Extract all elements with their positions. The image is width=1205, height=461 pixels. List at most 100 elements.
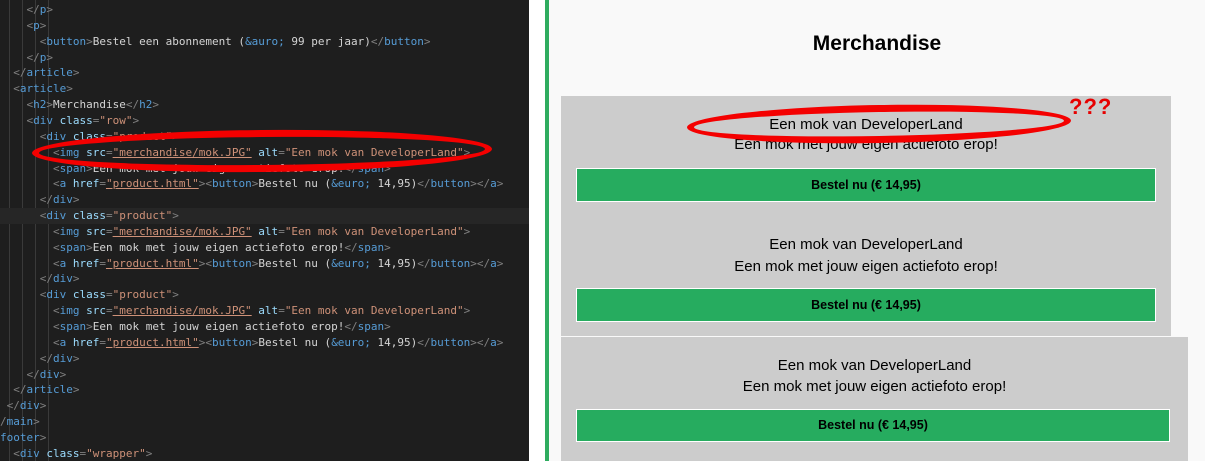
code-token: 14,95) <box>370 256 418 270</box>
code-token: >< <box>198 177 212 191</box>
code-line[interactable]: <article> <box>0 81 73 97</box>
code-token: </ <box>370 34 385 48</box>
code-line[interactable]: <span>Een mok met jouw eigen actiefoto e… <box>0 319 391 335</box>
code-line[interactable]: </p> <box>0 2 53 18</box>
code-line[interactable]: <img src="merchandise/mok.JPG" alt="Een … <box>0 303 470 319</box>
code-token: class <box>66 288 106 302</box>
code-token: button <box>211 177 252 191</box>
code-token: div <box>52 272 73 286</box>
code-token: > <box>86 240 93 254</box>
code-line[interactable]: </div> <box>0 192 80 208</box>
order-button[interactable]: Bestel nu (€ 14,95) <box>576 168 1156 202</box>
code-token: = <box>278 224 285 238</box>
code-token: = <box>105 304 113 318</box>
code-token: < <box>0 224 60 238</box>
code-line[interactable]: </div> <box>0 367 66 383</box>
code-token: > <box>39 18 47 32</box>
code-editor[interactable]: </p> <p> <button>Bestel een abonnement (… <box>0 0 529 461</box>
code-token: >< <box>198 256 212 270</box>
code-token: > <box>72 272 80 286</box>
code-line[interactable]: /main> <box>0 414 40 430</box>
code-line[interactable]: <img src="merchandise/mok.JPG" alt="Een … <box>0 224 470 240</box>
code-line[interactable]: </p> <box>0 50 53 66</box>
code-token: > <box>86 320 93 333</box>
code-line[interactable]: </article> <box>0 65 79 81</box>
code-line[interactable]: <button>Bestel een abonnement (&auro; 99… <box>0 34 431 50</box>
code-line[interactable]: <div class="product"> <box>0 287 179 303</box>
question-marks-annotation: ??? <box>1069 94 1113 119</box>
code-token: ></ <box>470 335 491 349</box>
code-token: "product.html" <box>105 177 199 191</box>
code-line[interactable]: footer> <box>0 430 46 446</box>
code-token: Bestel nu ( <box>258 177 332 191</box>
code-token: = <box>105 224 113 238</box>
code-token: < <box>0 256 60 270</box>
code-token: Bestel een abonnement ( <box>92 34 246 48</box>
code-token: < <box>0 18 34 32</box>
code-token: p <box>33 18 40 32</box>
code-token: > <box>132 113 140 127</box>
code-token: = <box>99 256 106 270</box>
code-token: src <box>79 224 106 238</box>
code-token: </ <box>417 177 431 191</box>
code-token: href <box>66 177 100 191</box>
code-token: button <box>430 256 471 270</box>
code-line[interactable]: </article> <box>0 382 79 398</box>
code-line[interactable]: <a href="product.html"><button>Bestel nu… <box>0 256 503 272</box>
pane-splitter[interactable] <box>529 0 545 461</box>
code-line[interactable]: <span>Een mok met jouw eigen actiefoto e… <box>0 240 391 256</box>
order-button[interactable]: Bestel nu (€ 14,95) <box>576 409 1170 442</box>
code-token: < <box>0 240 60 254</box>
code-line[interactable]: <div class="row"> <box>0 113 139 129</box>
code-token: = <box>105 288 113 302</box>
code-line[interactable]: </div> <box>0 271 80 287</box>
code-token: alt <box>251 224 279 238</box>
code-token: &auro; <box>245 34 285 48</box>
code-token: div <box>19 446 40 460</box>
code-token: "product.html" <box>105 335 199 349</box>
code-line[interactable]: </div> <box>0 351 80 367</box>
code-token: button <box>430 177 471 191</box>
code-line[interactable]: <a href="product.html"><button>Bestel nu… <box>0 335 503 351</box>
order-button[interactable]: Bestel nu (€ 14,95) <box>576 288 1156 322</box>
code-token: > <box>384 320 391 333</box>
product-description: Een mok met jouw eigen actiefoto erop! <box>742 378 1007 395</box>
code-line[interactable]: <p> <box>0 18 46 34</box>
code-token: > <box>66 82 73 96</box>
code-token: class <box>39 446 80 460</box>
code-token: img <box>59 304 80 318</box>
code-token: </ <box>0 3 40 16</box>
code-token: article <box>26 383 73 397</box>
code-token: </ <box>417 335 431 349</box>
page-title: Merchandise <box>812 32 942 55</box>
code-line[interactable]: <h2>Merchandise</h2> <box>0 97 159 113</box>
code-token: div <box>52 193 73 207</box>
product-description: Een mok met jouw eigen actiefoto erop! <box>734 258 998 275</box>
code-token: "merchandise/mok.JPG" <box>112 224 252 238</box>
code-token: &euro; <box>331 177 371 191</box>
code-line[interactable]: <div class="wrapper"> <box>0 446 152 461</box>
code-token: </ <box>0 383 27 397</box>
code-token: "merchandise/mok.JPG" <box>112 304 252 318</box>
code-token: article <box>19 82 67 96</box>
code-token: > <box>72 66 80 80</box>
code-line[interactable]: </div> <box>0 398 47 414</box>
code-token: Een mok met jouw eigen actiefoto erop! <box>92 240 345 254</box>
code-token: / <box>0 415 7 429</box>
code-token: < <box>0 34 47 48</box>
code-line[interactable]: <div class="product"> <box>0 208 529 225</box>
code-token: < <box>0 304 60 318</box>
code-token: </ <box>344 240 358 254</box>
code-token: > <box>172 209 179 223</box>
code-token: < <box>0 161 60 175</box>
code-token: "Een mok van DeveloperLand" <box>284 224 464 238</box>
code-token: > <box>46 98 53 112</box>
code-token: alt <box>251 304 279 318</box>
code-token: class <box>53 113 93 127</box>
code-token: > <box>463 224 471 238</box>
code-line[interactable]: <a href="product.html"><button>Bestel nu… <box>0 176 503 192</box>
code-token: > <box>86 34 93 48</box>
code-token: </ <box>125 98 140 112</box>
code-token: < <box>0 113 34 127</box>
code-token: "Een mok van DeveloperLand" <box>284 304 464 318</box>
